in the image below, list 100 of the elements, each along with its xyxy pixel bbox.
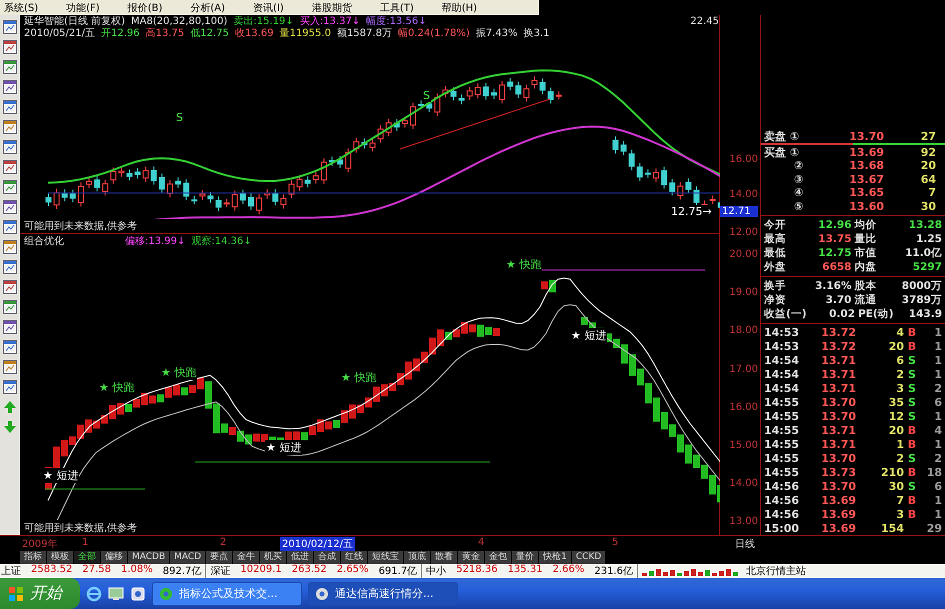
trade-volume: 154 — [880, 522, 904, 535]
indicator-title: 组合优化 — [24, 235, 65, 248]
indicator-tab[interactable]: 短线宝 — [368, 551, 404, 564]
volume-value: 20 — [920, 159, 936, 172]
stat-value: 8000万 — [900, 278, 942, 293]
axis-label: 15.00 — [729, 440, 758, 451]
candlestick — [378, 124, 384, 144]
menu-item[interactable]: 帮助(H) — [442, 0, 478, 14]
trade-price: 13.71 — [820, 438, 856, 451]
index-name: 深证 — [210, 565, 230, 578]
candlestick — [264, 188, 270, 200]
window-icon[interactable] — [2, 199, 18, 215]
media-icon[interactable] — [130, 586, 146, 602]
trade-count: 1 — [933, 354, 942, 368]
menu-item[interactable]: 资讯(I) — [253, 0, 284, 14]
menu-item[interactable]: 工具(T) — [380, 0, 414, 14]
indicator-tab[interactable]: 金包 — [485, 551, 512, 564]
stat-value: 0.02 — [828, 308, 856, 320]
indicator-tab[interactable]: 散看 — [431, 551, 458, 564]
stat-label: 净资 — [764, 292, 786, 307]
menu-item[interactable]: 港股期货 — [312, 0, 352, 14]
indicator-tab[interactable]: 合成 — [314, 551, 340, 564]
indicator-tab[interactable]: 快枪1 — [539, 551, 571, 564]
trade-side: S — [907, 452, 917, 465]
indicator-tab[interactable]: 模板 — [47, 551, 73, 564]
axis-label: 14.00 — [729, 189, 758, 200]
window-icon[interactable] — [2, 379, 18, 395]
candlestick — [320, 158, 327, 184]
window-icon[interactable] — [2, 59, 18, 75]
entry-signal-label: ★ 短进 — [265, 440, 302, 455]
date-label: 2009年 — [22, 538, 58, 551]
menu-item[interactable]: 功能(F) — [66, 0, 100, 14]
stat-label: 量比 — [854, 232, 876, 246]
trade-side: S — [907, 410, 917, 423]
menu-item[interactable]: 分析(A) — [190, 0, 226, 14]
trade-price: 13.72 — [820, 340, 856, 354]
window-icon[interactable] — [2, 279, 18, 295]
window-icon[interactable] — [2, 339, 18, 355]
window-icon[interactable] — [2, 99, 18, 115]
trade-count: 29 — [926, 522, 942, 535]
price-label: 12.75→ — [670, 205, 713, 218]
start-button[interactable]: 开始 — [0, 578, 80, 609]
window-icon[interactable] — [2, 259, 18, 275]
candlestick — [370, 138, 376, 152]
trade-volume: 7 — [895, 494, 904, 507]
candlestick — [142, 166, 149, 182]
candlestick — [523, 84, 530, 102]
indicator-tab[interactable]: 红线 — [341, 551, 368, 564]
taskbar-button[interactable]: 指标公式及技术交... — [152, 582, 302, 606]
candlestick — [167, 180, 173, 198]
entry-signal-label: ★ 短进 — [570, 328, 608, 343]
window-icon[interactable] — [2, 79, 18, 95]
trade-side: B — [906, 424, 918, 437]
candlestick — [499, 80, 506, 104]
trade-time: 14:54 — [764, 354, 800, 368]
indicator-tab[interactable]: 顶底 — [404, 551, 430, 564]
menu-item[interactable]: 报价(B) — [128, 0, 162, 14]
indicator-tab[interactable]: 要点 — [206, 551, 232, 564]
indicator-tab[interactable]: 低进 — [287, 551, 314, 564]
window-icon[interactable] — [2, 139, 18, 155]
candlestick — [361, 138, 368, 150]
window-icon[interactable] — [2, 119, 18, 135]
candlestick — [54, 188, 60, 210]
trade-count: 1 — [933, 368, 942, 382]
trade-side: B — [906, 508, 918, 521]
menu-item[interactable]: 系统(S) — [4, 0, 38, 14]
indicator-tab[interactable]: MACDB — [128, 551, 170, 564]
indicator-tab[interactable]: 黄金 — [458, 551, 484, 564]
index-change: 27.58 — [82, 564, 111, 577]
candlestick — [677, 182, 684, 200]
window-icon[interactable] — [2, 239, 18, 255]
indicator-tab[interactable]: 量价 — [512, 551, 538, 564]
indicator-tab[interactable]: 偏移 — [101, 551, 127, 564]
candlestick — [345, 148, 352, 173]
stat-value: 12.75 — [817, 246, 852, 259]
candlestick — [337, 155, 344, 169]
indicator-tab[interactable]: MACD — [170, 551, 206, 564]
taskbar-button[interactable]: 通达信高速行情分... — [308, 582, 458, 606]
index-name: 中小 — [426, 564, 446, 578]
browser-icon[interactable] — [86, 586, 102, 602]
desktop-icon[interactable] — [108, 586, 124, 602]
indicator-tab[interactable]: 金牛 — [233, 551, 260, 564]
indicator-tab[interactable]: 指标 — [20, 551, 46, 564]
indicator-tab[interactable]: CCKD — [572, 551, 606, 564]
window-icon[interactable] — [2, 39, 18, 55]
stat-label: 流通 — [854, 292, 876, 307]
quote-value: 收13.69 — [234, 27, 274, 40]
window-icon[interactable] — [2, 359, 18, 375]
indicator-tab[interactable]: 全部 — [74, 551, 100, 564]
window-icon[interactable] — [2, 319, 18, 335]
window-icon[interactable] — [2, 219, 18, 235]
window-icon[interactable] — [2, 179, 18, 195]
candlestick — [296, 174, 303, 192]
indicator-tab[interactable]: 机买 — [260, 551, 286, 564]
window-icon[interactable] — [2, 19, 18, 35]
candlestick — [94, 175, 100, 192]
window-icon[interactable] — [2, 299, 18, 315]
window-icon[interactable] — [2, 159, 18, 175]
candlestick — [628, 149, 635, 171]
trade-side: B — [906, 438, 918, 451]
